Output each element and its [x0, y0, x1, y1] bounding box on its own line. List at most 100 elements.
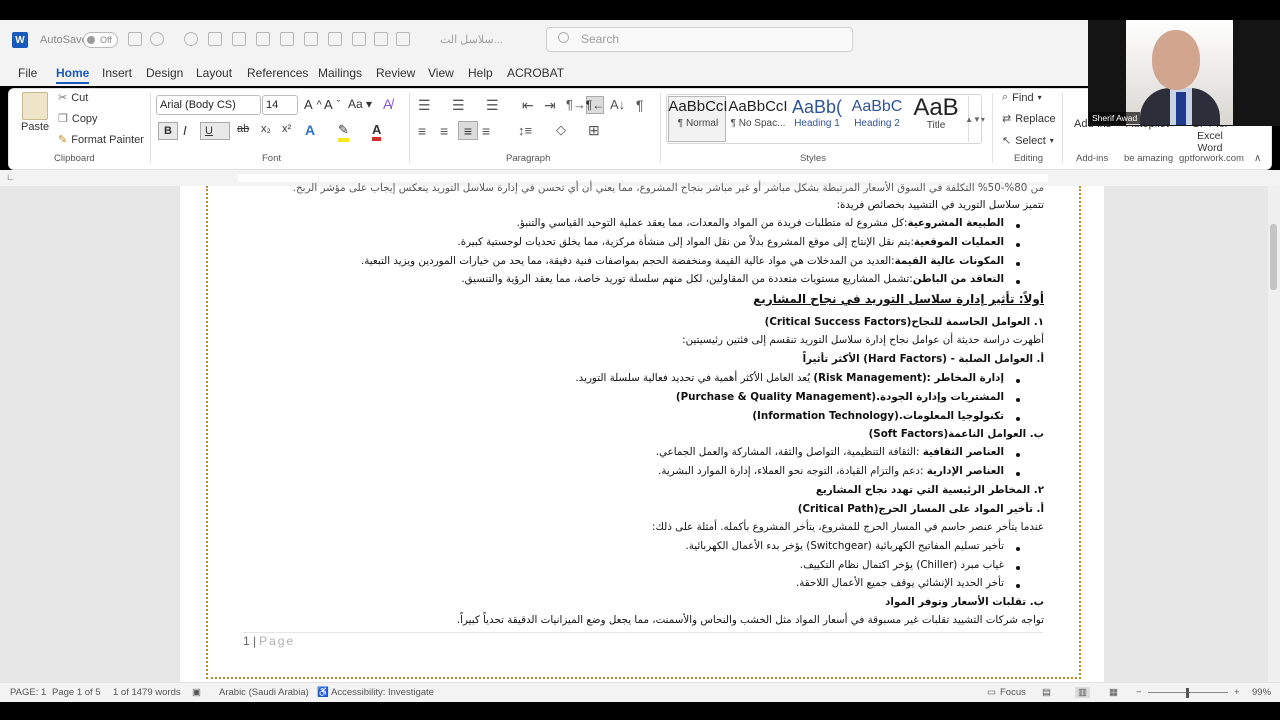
- styles-more-icon[interactable]: ▲▼▾: [965, 96, 985, 142]
- text-effects-icon[interactable]: A: [305, 122, 315, 138]
- align-center-icon[interactable]: ≡: [440, 123, 448, 139]
- justify-icon[interactable]: ≡: [482, 123, 490, 139]
- zoom-level[interactable]: 99%: [1252, 687, 1271, 698]
- font-name-box[interactable]: Arial (Body CS): [156, 95, 261, 115]
- multilevel-list-icon[interactable]: ☰: [486, 97, 499, 114]
- zoom-in-button[interactable]: +: [1234, 687, 1240, 698]
- style-title[interactable]: AaB Title: [906, 96, 966, 142]
- gptforwork-label: gptforwork.com: [1179, 153, 1244, 164]
- tab-mailings[interactable]: Mailings: [318, 66, 362, 80]
- font-size-box[interactable]: 14: [262, 95, 298, 115]
- new-doc-icon[interactable]: [280, 32, 294, 46]
- search-box[interactable]: Search: [546, 27, 853, 52]
- underline-button[interactable]: U: [200, 122, 230, 140]
- bullet-item: تأخير تسليم المفاتيح الكهربائية (Switchg…: [685, 540, 1004, 552]
- shrink-font-button[interactable]: Aˇ: [324, 97, 340, 112]
- sort-icon[interactable]: A↓: [610, 97, 625, 112]
- find-button[interactable]: ⌕ Find ▾: [1002, 91, 1042, 104]
- tab-view[interactable]: View: [428, 66, 454, 80]
- ltr-icon[interactable]: ¶→: [566, 97, 586, 112]
- style-heading-1[interactable]: AaBb(Heading 1: [787, 96, 847, 142]
- spelling-icon[interactable]: [232, 32, 246, 46]
- status-word-count[interactable]: 1 of 1479 words: [113, 687, 181, 698]
- font-color-icon[interactable]: A: [372, 122, 382, 141]
- bullet-dot: [1016, 547, 1020, 551]
- scrollbar-thumb[interactable]: [1270, 224, 1277, 290]
- numbering-icon[interactable]: ☰: [452, 97, 465, 114]
- paste-button[interactable]: Paste: [21, 121, 49, 133]
- rtl-icon[interactable]: ¶←: [586, 96, 604, 114]
- open-icon[interactable]: [304, 32, 318, 46]
- increase-indent-icon[interactable]: ⇥: [544, 97, 556, 114]
- cut-button[interactable]: ✂ Cut: [58, 91, 88, 105]
- subscript-button[interactable]: x₂: [261, 123, 271, 135]
- align-left-icon[interactable]: ≡: [418, 123, 426, 139]
- status-language[interactable]: Arabic (Saudi Arabia): [219, 687, 309, 698]
- undo-icon[interactable]: [150, 32, 164, 46]
- decrease-indent-icon[interactable]: ⇤: [522, 97, 534, 114]
- tab-insert[interactable]: Insert: [102, 66, 132, 80]
- tab-file[interactable]: File: [18, 66, 37, 80]
- line-spacing-icon[interactable]: ↕≡: [518, 123, 532, 138]
- tab-help[interactable]: Help: [468, 66, 493, 80]
- email-icon[interactable]: [328, 32, 342, 46]
- clear-formatting-icon[interactable]: A̸: [383, 96, 392, 112]
- tab-references[interactable]: References: [247, 66, 308, 80]
- style-normal[interactable]: AaBbCcI ¶ Normal: [668, 96, 728, 142]
- style-no-spacing[interactable]: AaBbCcI ¶ No Spac...: [728, 96, 788, 142]
- show-marks-icon[interactable]: ¶: [636, 97, 644, 113]
- proofing-icon[interactable]: ▣: [192, 687, 201, 698]
- paste-icon[interactable]: [22, 92, 48, 120]
- change-case-button[interactable]: Aa ▾: [348, 97, 372, 111]
- font-group-label: Font: [262, 153, 282, 164]
- copy-button[interactable]: ❐ Copy: [58, 112, 98, 126]
- format-painter-button[interactable]: ✎ Format Painter: [58, 133, 144, 147]
- bullet-dot: [1016, 280, 1020, 284]
- superscript-button[interactable]: x²: [282, 123, 291, 135]
- read-mode-icon[interactable]: ▤: [1042, 687, 1051, 698]
- bullet-item: التعاقد من الباطن:تشمل المشاريع مستويات …: [461, 273, 1004, 285]
- doc-intro: تتميز سلاسل التوريد في التشييد بخصائص فر…: [836, 199, 1044, 211]
- strikethrough-button[interactable]: ab: [237, 123, 249, 135]
- highlight-icon[interactable]: ✎: [338, 122, 349, 142]
- comment-icon[interactable]: [256, 32, 270, 46]
- draw-table-icon[interactable]: [352, 32, 366, 46]
- select-button[interactable]: ↖ Select ▾: [1002, 134, 1054, 148]
- tab-layout[interactable]: Layout: [196, 66, 232, 80]
- bold-button[interactable]: B: [158, 122, 178, 140]
- save-icon[interactable]: [128, 32, 142, 46]
- collapse-ribbon-icon[interactable]: ∧: [1254, 153, 1261, 164]
- autosave-toggle[interactable]: Off: [83, 32, 118, 48]
- align-right-icon[interactable]: ≡: [458, 121, 478, 140]
- touch-mode-icon[interactable]: [374, 32, 388, 46]
- zoom-out-button[interactable]: −: [1136, 687, 1142, 698]
- status-page[interactable]: PAGE: 1: [10, 687, 46, 698]
- focus-button[interactable]: Focus: [1000, 687, 1026, 698]
- web-layout-icon[interactable]: ▦: [1109, 687, 1118, 698]
- grow-font-button[interactable]: A ^: [304, 97, 322, 112]
- replace-button[interactable]: ⇄ Replace: [1002, 112, 1056, 126]
- footer-divider: [243, 632, 1043, 633]
- status-accessibility[interactable]: Accessibility: Investigate: [331, 687, 434, 698]
- status-page-count[interactable]: Page 1 of 5: [52, 687, 101, 698]
- accessibility-icon: ♿: [317, 687, 329, 698]
- ruler-track[interactable]: [238, 174, 1048, 182]
- tab-design[interactable]: Design: [146, 66, 183, 80]
- tab-acrobat[interactable]: ACROBAT: [507, 66, 564, 80]
- zoom-thumb[interactable]: [1186, 688, 1189, 698]
- tab-review[interactable]: Review: [376, 66, 415, 80]
- borders-icon[interactable]: ⊞: [588, 122, 600, 139]
- style-name: Heading 2: [854, 118, 900, 129]
- format-icon[interactable]: [396, 32, 410, 46]
- bullet-dot: [1016, 584, 1020, 588]
- shading-icon[interactable]: ◇: [556, 122, 566, 138]
- style-heading-2[interactable]: AaBbC Heading 2: [847, 96, 907, 142]
- tab-home[interactable]: Home: [56, 66, 89, 80]
- active-tab-indicator: [56, 82, 89, 84]
- redo-icon[interactable]: [184, 32, 198, 46]
- tab-selector-icon[interactable]: ∟: [6, 172, 15, 182]
- italic-button[interactable]: I: [183, 123, 187, 138]
- print-icon[interactable]: [208, 32, 222, 46]
- bullets-icon[interactable]: ☰: [418, 97, 431, 114]
- print-layout-icon[interactable]: ▥: [1075, 687, 1090, 698]
